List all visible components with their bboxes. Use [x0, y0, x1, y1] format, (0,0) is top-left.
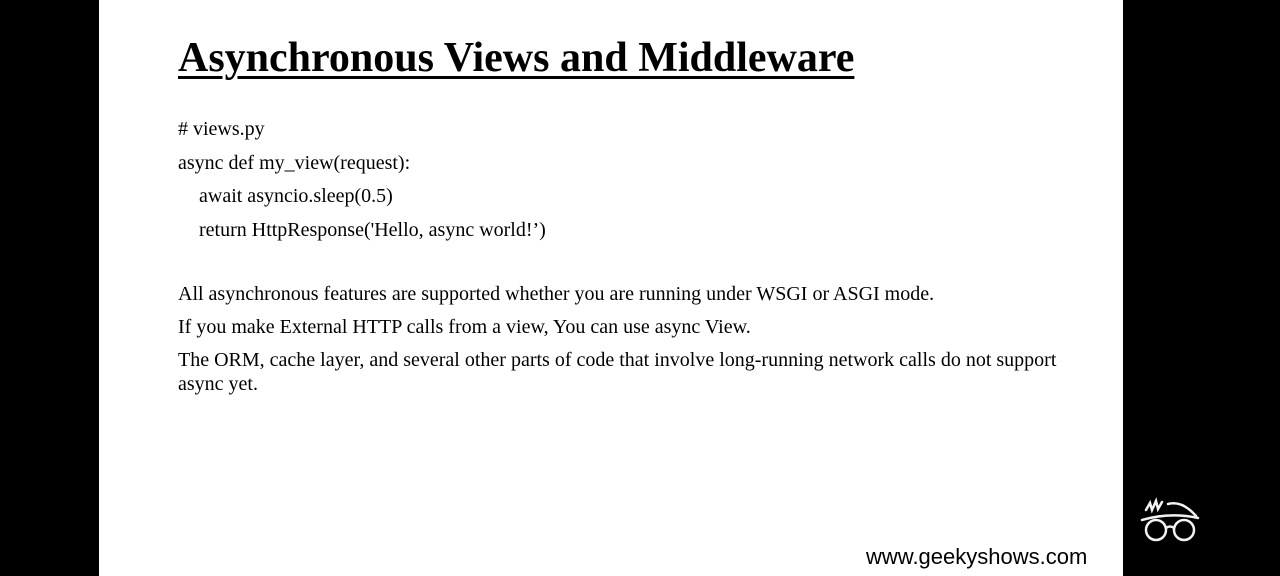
paragraph-orm-limitations: The ORM, cache layer, and several other …: [178, 349, 1057, 395]
code-line-await: await asyncio.sleep(0.5): [199, 185, 393, 207]
glasses-logo-icon: [1138, 496, 1202, 544]
slide-title: Asynchronous Views and Middleware: [178, 35, 855, 81]
code-line-def: async def my_view(request):: [178, 151, 411, 174]
code-snippet: # views.py async def my_view(request): a…: [178, 114, 1078, 248]
paragraph-wsgi-asgi: All asynchronous features are supported …: [178, 283, 935, 305]
code-line-return: return HttpResponse('Hello, async world!…: [199, 218, 546, 241]
presentation-slide: Asynchronous Views and Middleware # view…: [99, 0, 1123, 576]
website-watermark: www.geekyshows.com: [866, 544, 1088, 569]
paragraph-http-calls: If you make External HTTP calls from a v…: [178, 316, 751, 338]
video-frame: Asynchronous Views and Middleware # view…: [0, 0, 1280, 576]
code-line-comment: # views.py: [178, 118, 265, 140]
slide-body: All asynchronous features are supported …: [178, 282, 1068, 405]
